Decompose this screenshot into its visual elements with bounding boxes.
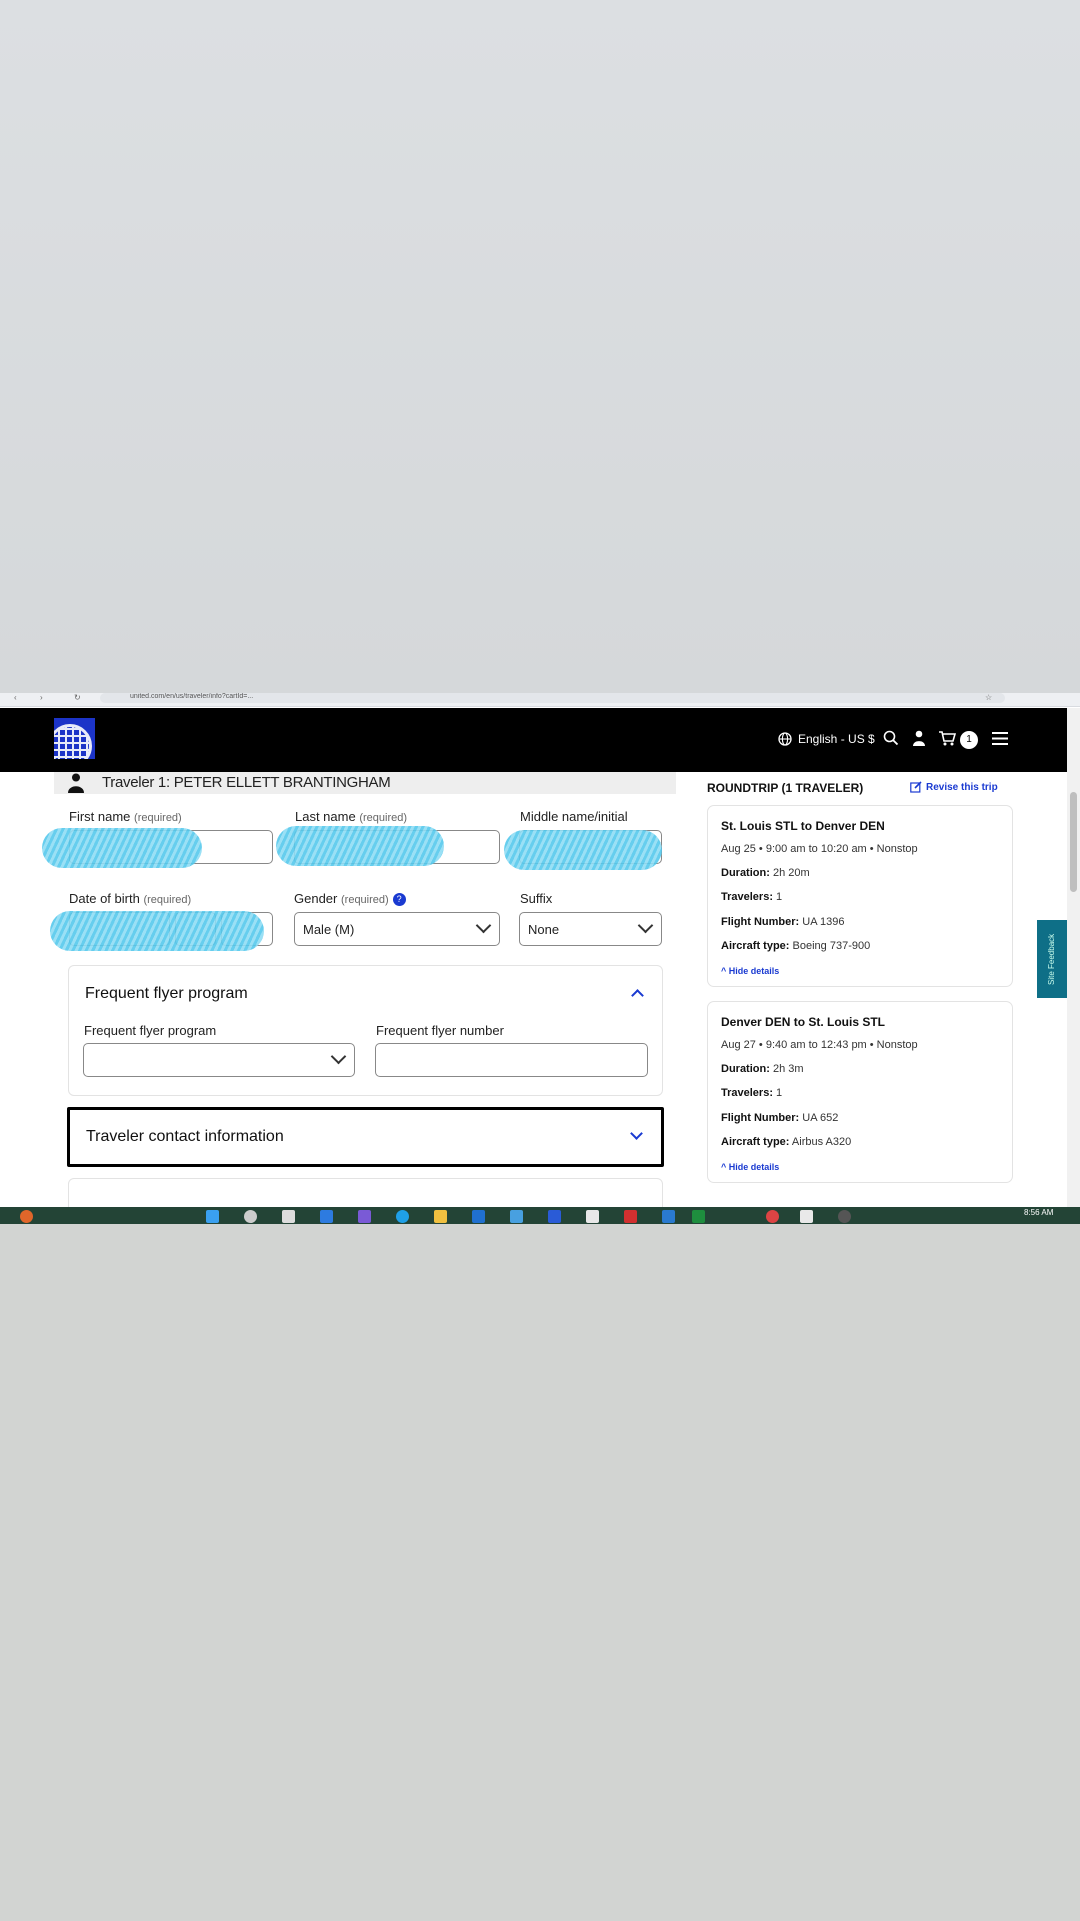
frequent-flyer-title: Frequent flyer program: [85, 985, 248, 1002]
chevron-down-icon: [475, 917, 492, 934]
clock[interactable]: 8:56 AM: [1024, 1208, 1053, 1217]
screenshot-area: ‹ › ↻ united.com/en/us/traveler/info?car…: [0, 693, 1080, 1224]
app-icon[interactable]: [838, 1210, 851, 1223]
flight-duration: Duration: 2h 20m: [721, 867, 810, 879]
app-icon[interactable]: [800, 1210, 813, 1223]
language-label: English - US $: [798, 732, 875, 746]
menu-icon[interactable]: [992, 732, 1008, 745]
folder-icon[interactable]: [434, 1210, 447, 1223]
flight-travelers: Travelers: 1: [721, 1087, 783, 1099]
help-icon[interactable]: ?: [392, 893, 406, 907]
suffix-select[interactable]: None: [519, 912, 662, 946]
address-text: united.com/en/us/traveler/info?cartId=..…: [130, 693, 254, 700]
scroll-thumb[interactable]: [1070, 792, 1077, 892]
page-scrollbar[interactable]: [1067, 708, 1080, 1214]
account-icon[interactable]: [912, 730, 926, 746]
excel-icon[interactable]: [692, 1210, 705, 1223]
last-name-label: Last name (required): [295, 809, 408, 824]
store-icon[interactable]: [510, 1210, 523, 1223]
flight-number: Flight Number: UA 652: [721, 1112, 839, 1124]
traveler-form: Traveler 1: PETER ELLETT BRANTINGHAM Fir…: [42, 772, 676, 1218]
word-icon[interactable]: [662, 1210, 675, 1223]
flight-card-return: Denver DEN to St. Louis STL Aug 27 • 9:4…: [707, 1001, 1013, 1183]
suffix-label: Suffix: [520, 891, 553, 906]
site-header: English - US $ 1: [0, 708, 1067, 772]
middle-name-label: Middle name/initial: [520, 809, 628, 824]
trip-summary: ROUNDTRIP (1 TRAVELER) Revise this trip …: [692, 772, 1022, 1217]
ff-program-select[interactable]: [83, 1043, 355, 1077]
redaction-scribble: [504, 830, 662, 870]
search-icon[interactable]: [244, 1210, 257, 1223]
gender-label: Gender (required)?: [294, 891, 406, 907]
bottom-letterbox: [0, 1224, 1080, 1921]
united-logo[interactable]: [54, 718, 95, 759]
gender-value: Male (M): [303, 922, 355, 937]
start-icon[interactable]: [206, 1210, 219, 1223]
contact-info-card[interactable]: Traveler contact information: [67, 1107, 664, 1167]
pdf-icon[interactable]: [624, 1210, 637, 1223]
search-icon[interactable]: [883, 730, 899, 746]
mail-icon[interactable]: [472, 1210, 485, 1223]
chevron-down-icon: [330, 1048, 347, 1065]
revise-trip-label: Revise this trip: [926, 781, 998, 793]
chrome-icon[interactable]: [766, 1210, 779, 1223]
ff-program-label: Frequent flyer program: [84, 1023, 217, 1038]
traveler-header: Traveler 1: PETER ELLETT BRANTINGHAM: [54, 772, 676, 794]
browser-toolbar: ‹ › ↻ united.com/en/us/traveler/info?car…: [0, 693, 1080, 707]
contact-info-title: Traveler contact information: [86, 1128, 284, 1145]
ff-number-input[interactable]: [375, 1043, 648, 1077]
flight-card-outbound: St. Louis STL to Denver DEN Aug 25 • 9:0…: [707, 805, 1013, 987]
traveler-title: Traveler 1: PETER ELLETT BRANTINGHAM: [102, 774, 391, 791]
suffix-value: None: [528, 922, 560, 937]
gender-select[interactable]: Male (M): [294, 912, 500, 946]
flight-duration: Duration: 2h 3m: [721, 1063, 804, 1075]
flight-number: Flight Number: UA 1396: [721, 916, 845, 928]
windows-taskbar: 8:56 AM: [0, 1207, 1080, 1224]
globe-icon: [778, 732, 792, 746]
redaction-scribble: [50, 911, 264, 951]
cart-icon[interactable]: [939, 731, 956, 746]
hide-details-link[interactable]: ^ Hide details: [721, 1162, 779, 1172]
flight-schedule: Aug 27 • 9:40 am to 12:43 pm • Nonstop: [721, 1039, 918, 1051]
browser-icon[interactable]: [396, 1210, 409, 1223]
chevron-down-icon[interactable]: [630, 1127, 643, 1140]
calendar-icon[interactable]: [548, 1210, 561, 1223]
taskview-icon[interactable]: [282, 1210, 295, 1223]
language-selector[interactable]: English - US $: [778, 732, 875, 746]
redaction-scribble: [276, 826, 444, 866]
top-letterbox: [0, 0, 1080, 693]
frequent-flyer-card: Frequent flyer program Frequent flyer pr…: [68, 965, 663, 1096]
back-icon[interactable]: ‹: [14, 693, 17, 703]
redaction-scribble: [42, 828, 202, 868]
forward-icon[interactable]: ›: [40, 693, 43, 703]
first-name-label: First name (required): [69, 809, 182, 824]
flight-schedule: Aug 25 • 9:00 am to 10:20 am • Nonstop: [721, 843, 918, 855]
person-icon: [68, 773, 84, 793]
reload-icon[interactable]: ↻: [74, 693, 81, 703]
bookmark-icon[interactable]: ☆: [985, 693, 992, 703]
chevron-up-icon[interactable]: [631, 989, 644, 1002]
dob-label: Date of birth (required): [69, 891, 192, 906]
hide-details-link[interactable]: ^ Hide details: [721, 966, 779, 976]
cart-count-badge: 1: [960, 731, 978, 749]
revise-trip-link[interactable]: Revise this trip: [910, 781, 998, 793]
notification-icon[interactable]: [20, 1210, 33, 1223]
flight-aircraft: Aircraft type: Boeing 737-900: [721, 940, 871, 952]
trip-summary-title: ROUNDTRIP (1 TRAVELER): [707, 781, 864, 795]
chevron-down-icon: [637, 917, 654, 934]
edge-icon[interactable]: [320, 1210, 333, 1223]
flight-route: St. Louis STL to Denver DEN: [721, 819, 885, 833]
flight-route: Denver DEN to St. Louis STL: [721, 1015, 886, 1029]
flight-travelers: Travelers: 1: [721, 891, 783, 903]
flight-aircraft: Aircraft type: Airbus A320: [721, 1136, 852, 1148]
edit-icon: [910, 781, 922, 793]
ff-number-label: Frequent flyer number: [376, 1023, 504, 1038]
document-icon[interactable]: [586, 1210, 599, 1223]
site-feedback-tab[interactable]: Site Feedback: [1037, 920, 1067, 998]
teams-icon[interactable]: [358, 1210, 371, 1223]
